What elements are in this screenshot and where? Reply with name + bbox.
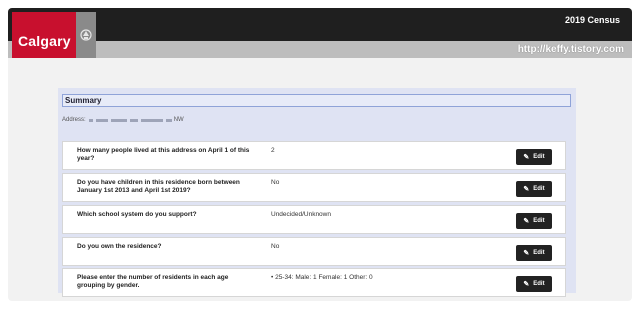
crest-icon [76,12,96,58]
top-bar [8,8,632,41]
address-label: Address: [62,117,86,123]
pencil-icon: ✎ [523,281,530,288]
calgary-logo[interactable]: Calgary [12,12,96,58]
edit-button[interactable]: ✎ Edit [516,276,552,292]
answer-text: No [271,179,280,186]
summary-row: Which school system do you support? Unde… [62,205,566,234]
edit-button[interactable]: ✎ Edit [516,149,552,165]
redacted-text [140,118,163,122]
edit-button[interactable]: ✎ Edit [516,181,552,197]
edit-button[interactable]: ✎ Edit [516,213,552,229]
summary-heading: Summary [62,94,571,107]
summary-row: How many people lived at this address on… [62,141,566,170]
edit-label: Edit [533,218,545,224]
watermark: http://keffy.tistory.com [517,44,624,55]
summary-row: Do you own the residence? No ✎ Edit [62,237,566,266]
pencil-icon: ✎ [523,154,530,161]
logo-text: Calgary [18,33,71,49]
redacted-text [165,118,172,122]
redacted-text [88,118,93,122]
question-text: Which school system do you support? [77,211,197,218]
address-line: Address: NW [62,117,184,123]
question-text: Do you have children in this residence b… [77,179,240,194]
pencil-icon: ✎ [523,218,530,225]
answer-text: • 25-34: Male: 1 Female: 1 Other: 0 [271,274,373,281]
edit-button[interactable]: ✎ Edit [516,245,552,261]
redacted-text [95,118,108,122]
answer-text: No [271,243,280,250]
pencil-icon: ✎ [523,186,530,193]
summary-row: Do you have children in this residence b… [62,173,566,202]
census-title: 2019 Census [564,15,620,25]
question-text: Please enter the number of residents in … [77,274,229,289]
question-text: Do you own the residence? [77,243,162,250]
summary-row: Please enter the number of residents in … [62,268,566,297]
answer-text: Undecided/Unknown [271,211,331,218]
edit-label: Edit [533,281,545,287]
edit-label: Edit [533,250,545,256]
redacted-text [129,118,138,122]
answer-text: 2 [271,147,275,154]
address-suffix: NW [173,117,184,123]
question-text: How many people lived at this address on… [77,147,250,162]
redacted-text [110,118,127,122]
edit-label: Edit [533,154,545,160]
pencil-icon: ✎ [523,250,530,257]
edit-label: Edit [533,186,545,192]
